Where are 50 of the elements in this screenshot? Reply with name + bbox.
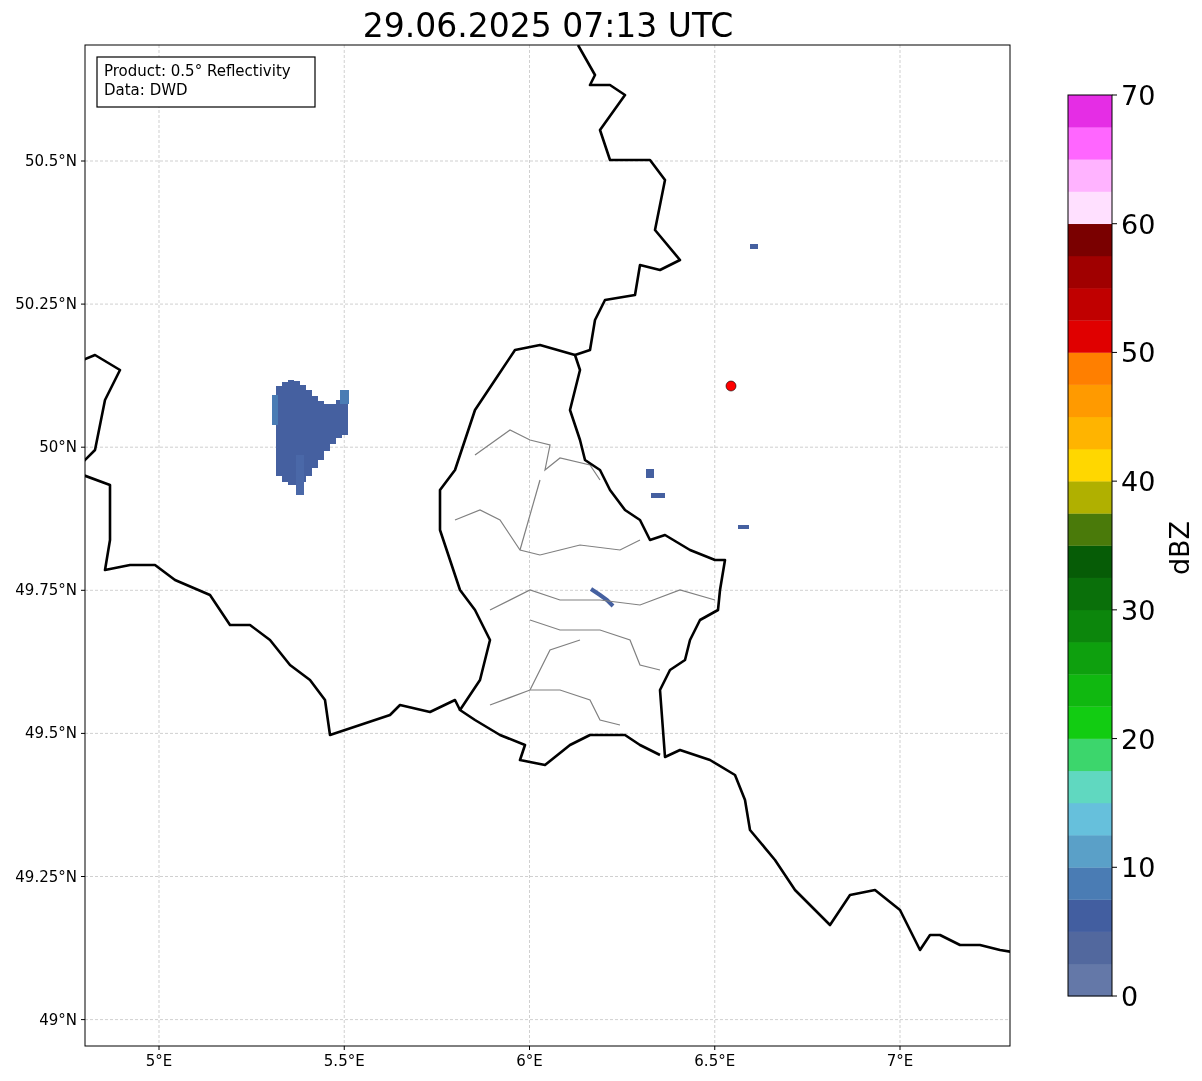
latitude-label: 50°N (39, 438, 77, 457)
radar-echo-drawing (750, 244, 758, 249)
radar-site-marker (725, 380, 737, 392)
colorbar-tick-label: 40 (1121, 466, 1156, 498)
info-text: Product: 0.5° Reflectivity (104, 62, 291, 80)
colorbar-tick-label: 0 (1121, 981, 1139, 1012)
tick-mark (80, 1019, 86, 1021)
radar-echo-drawing (646, 469, 654, 478)
tick-mark (80, 303, 86, 305)
tick-mark (714, 1045, 716, 1051)
tick-mark (1111, 351, 1118, 353)
longitude-label: 6°E (516, 1052, 543, 1070)
tick-mark (1111, 94, 1118, 96)
tick-mark (899, 1045, 901, 1051)
tick-mark (158, 1045, 160, 1051)
colorbar-tick-label: 10 (1121, 852, 1156, 884)
latitude-label: 50.25°N (15, 295, 77, 314)
chart-title: 29.06.2025 07:13 UTC (362, 6, 734, 45)
latitude-label: 49.75°N (15, 581, 77, 600)
tick-mark (1111, 738, 1118, 740)
longitude-label: 5.5°E (323, 1052, 365, 1070)
longitude-label: 6.5°E (694, 1052, 736, 1070)
latitude-label: 49°N (39, 1010, 77, 1029)
latitude-label: 50.5°N (24, 152, 77, 170)
colorbar-tick-label: 50 (1121, 337, 1156, 369)
tick-mark (80, 160, 86, 162)
tick-mark (80, 589, 86, 591)
longitude-label: 5°E (145, 1052, 173, 1070)
colorbar-tick-label: 30 (1121, 594, 1156, 626)
tick-mark (80, 876, 86, 877)
radar-echo-drawing (589, 587, 615, 608)
tick-mark (80, 446, 86, 448)
tick-mark (1111, 480, 1118, 482)
longitude-label: 7°E (886, 1052, 914, 1070)
tick-mark (1111, 995, 1118, 997)
tick-mark (1111, 866, 1118, 868)
tick-mark (80, 732, 86, 734)
radar-echo-drawing (651, 493, 665, 498)
info-text: Data: DWD (104, 81, 188, 99)
colorbar-tick-label: 70 (1121, 80, 1156, 111)
tick-mark (1111, 223, 1118, 225)
latitude-label: 49.25°N (15, 867, 77, 886)
colorbar-axis-label: dBZ (1164, 520, 1195, 576)
latitude-label: 49.5°N (24, 724, 77, 743)
tick-mark (529, 1045, 530, 1051)
tick-mark (343, 1045, 345, 1051)
radar-echo-drawing (738, 525, 749, 529)
colorbar-tick-label: 20 (1121, 723, 1156, 755)
tick-mark (1111, 609, 1118, 611)
colorbar-tick-label: 60 (1121, 208, 1156, 240)
